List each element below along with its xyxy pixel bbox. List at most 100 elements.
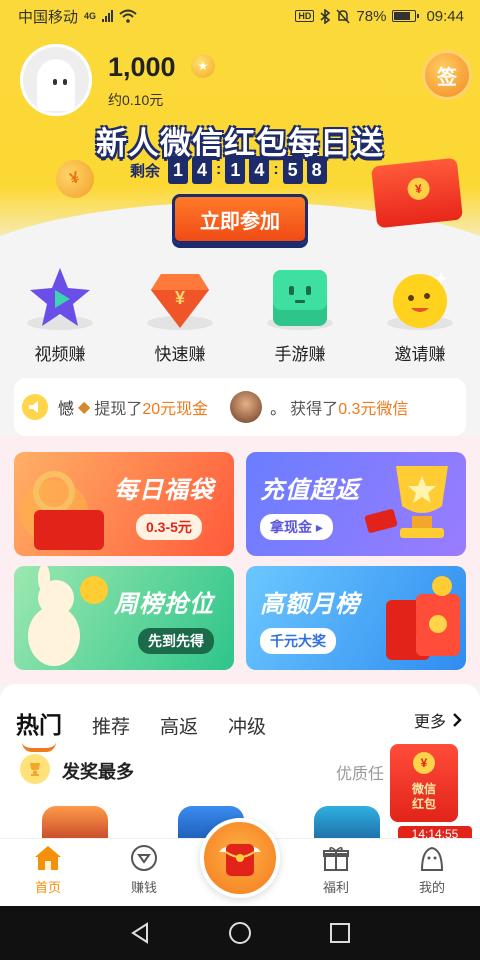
countdown-digit: 4 [192,156,213,184]
red-envelope-decoration-icon [370,157,464,229]
gift-icon [321,843,351,873]
tab-high-return[interactable]: 高返 [160,712,198,739]
promo-tag: 先到先得 [138,628,214,654]
floating-wechat-red-envelope[interactable]: ¥ 微信 红包 [390,744,458,822]
countdown: 剩余 1 4 : 1 4 : 5 8 [130,156,327,184]
earn-icon [129,843,159,873]
diamond-yuan-icon: ¥ [145,256,215,330]
tab-recommended[interactable]: 推荐 [92,712,130,739]
promo-tag: 0.3-5元 [136,514,202,540]
promo-title: 充值超返 [260,477,360,504]
nav-label: 赚钱 [130,880,157,895]
sign-in-button[interactable]: 签 [422,50,472,100]
promo-card-recharge[interactable]: 充值超返 拿现金 ▸ [246,452,466,556]
more-link[interactable]: 更多 [414,708,462,732]
ticker-user: 憾 [58,401,75,418]
more-label: 更多 [413,714,446,731]
coin-icon: ★ [191,54,215,78]
category-label: 视频赚 [34,345,86,364]
avatar-eye-left [53,79,57,85]
approx-value: 约0.10元 [108,92,164,108]
nav-label: 首页 [34,880,61,895]
promo-title: 高额月榜 [260,591,360,618]
category-invite-earn[interactable]: 邀请赚 [365,256,475,368]
user-emoji-icon: ◆ [78,399,91,416]
float-env-line2: 红包 [411,797,436,811]
recents-square-icon[interactable] [329,922,351,944]
category-quick-earn[interactable]: ¥ 快速赚 [125,256,235,368]
ticker-action: 提现了 [94,401,143,418]
countdown-digit: 8 [306,156,327,184]
category-video-earn[interactable]: 视频赚 [5,256,115,368]
svg-text:¥: ¥ [175,288,185,308]
promo-tag: 拿现金 ▸ [260,514,333,540]
tab-level-up[interactable]: 冲级 [228,712,266,739]
countdown-label: 剩余 [130,162,161,180]
system-nav-bar [0,906,480,960]
network-type: 4G [84,10,97,21]
trophy-icon [20,754,50,784]
speaker-icon [22,394,48,420]
join-now-button[interactable]: 立即参加 [172,194,308,244]
game-thumbnail[interactable] [42,806,108,840]
mute-bell-icon [336,8,350,24]
category-row: 视频赚 ¥ 快速赚 手游赚 邀请赚 [0,256,480,368]
hd-badge: HD [295,10,315,22]
red-envelope-icon [219,844,261,876]
home-circle-icon[interactable] [228,921,252,945]
back-icon[interactable] [129,922,151,944]
lucky-bag-icon [20,471,104,550]
ticker-user-avatar [230,391,263,423]
avatar-ghost-icon [37,59,75,111]
countdown-digit: 5 [282,156,303,184]
avatar-eye-right [63,79,67,85]
float-env-line1: 微信 [411,782,436,796]
ticker-user: 。 [270,401,287,418]
promo-card-weekly-rank[interactable]: 周榜抢位 先到先得 [14,566,234,670]
tab-hot[interactable]: 热门 [16,706,62,752]
nav-welfare[interactable]: 福利 [296,843,376,896]
trophy-cup-icon [396,466,448,538]
ticker-action: 获得了 [290,401,339,418]
avatar[interactable] [20,44,92,116]
game-cube-icon [265,256,335,330]
battery-percent: 78% [356,7,387,25]
status-right: HD 78% 09:44 [295,8,464,25]
coin-balance: 1,000 [108,52,176,82]
category-label: 快速赚 [154,345,206,364]
promo-title: 周榜抢位 [114,591,214,618]
ticker-amount: 20元现金 [142,401,209,418]
section-title: 发奖最多 [62,762,134,782]
promo-card-daily-bag[interactable]: 每日福袋 0.3-5元 [14,452,234,556]
red-envelopes-icon [386,576,460,660]
category-game-earn[interactable]: 手游赚 [245,256,355,368]
yuan-icon: ¥ [413,752,435,774]
nav-label: 我的 [418,880,445,895]
list-tabs: 热门 推荐 高返 冲级 [16,706,296,752]
section-subtitle: 优质任 [336,766,385,783]
nav-label: 福利 [322,880,349,895]
countdown-colon: : [216,161,222,178]
game-thumbnail[interactable] [314,806,380,840]
nav-profile[interactable]: 我的 [392,843,472,896]
center-red-envelope-button[interactable] [200,818,280,898]
video-star-icon [25,256,95,330]
status-bar: 中国移动 4G HD 78% 09:44 [0,0,480,32]
nav-earn[interactable]: 赚钱 [104,843,184,896]
signal-icon [102,10,114,22]
bluetooth-icon [320,8,331,24]
promo-card-monthly-rank[interactable]: 高额月榜 千元大奖 [246,566,466,670]
countdown-digit: 1 [168,156,189,184]
home-icon [33,843,63,873]
category-label: 邀请赚 [394,345,446,364]
carrier-name: 中国移动 [18,8,79,26]
winner-ticker[interactable]: 憾 ◆ 提现了 20元现金 。 获得了 0.3元微信 [14,378,466,436]
promo-title: 每日福袋 [114,477,214,504]
header-banner: 1,000 ★ 约0.10元 签 ¥ 新人微信红包每日送 剩余 1 4 : 1 … [0,32,480,252]
clock: 09:44 [426,7,464,25]
chevron-right-icon [453,713,462,727]
rabbit-mascot-icon [28,566,108,666]
nav-home[interactable]: 首页 [8,843,88,896]
countdown-colon: : [273,161,279,178]
smiley-icon [385,256,455,330]
